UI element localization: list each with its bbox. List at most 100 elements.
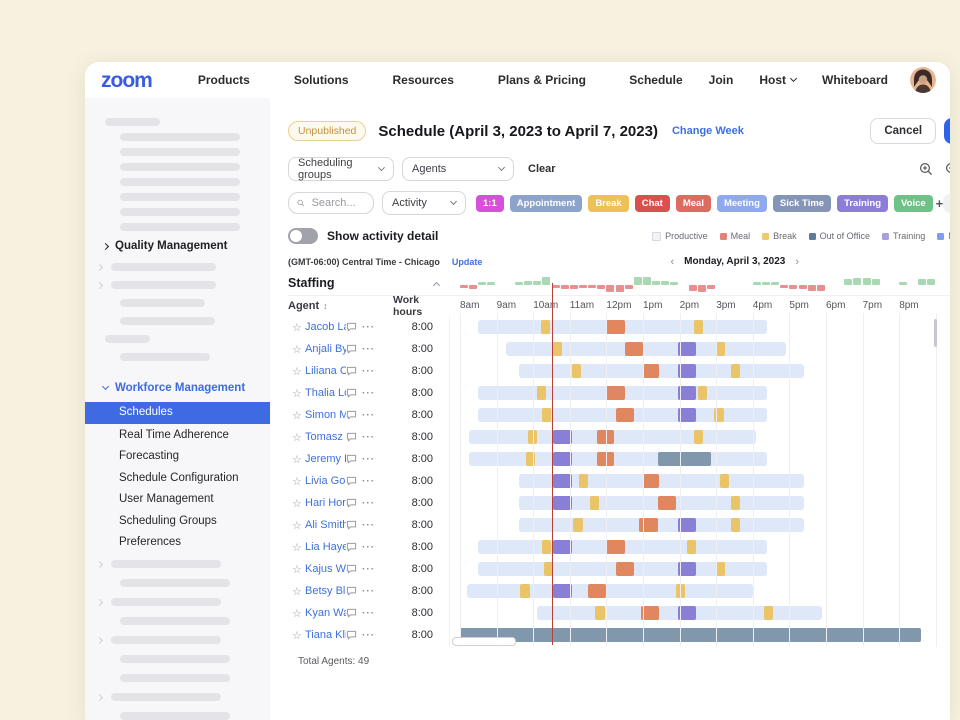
activity-block-meal[interactable] — [606, 540, 624, 554]
activity-block-meal[interactable] — [643, 474, 659, 488]
nav-item-resources[interactable]: Resources — [393, 73, 454, 87]
star-icon[interactable]: ☆ — [292, 585, 305, 598]
activity-block-break[interactable] — [698, 386, 707, 400]
chat-icon[interactable] — [346, 344, 362, 354]
sidebar-item-schedule-configuration[interactable]: Schedule Configuration — [85, 469, 270, 489]
row-menu-button[interactable]: ··· — [362, 410, 380, 421]
star-icon[interactable]: ☆ — [292, 497, 305, 510]
cancel-button[interactable]: Cancel — [870, 118, 936, 144]
activity-block-break[interactable] — [520, 584, 529, 598]
agent-name-link[interactable]: Jacob Lawson — [305, 321, 346, 333]
scheduling-groups-select[interactable]: Scheduling groups — [288, 157, 394, 181]
nav-item-solutions[interactable]: Solutions — [294, 73, 349, 87]
activity-block-break[interactable] — [590, 496, 599, 510]
activity-badge-training[interactable]: Training — [837, 195, 888, 212]
clear-filters-button[interactable]: Clear — [528, 163, 556, 175]
activity-block-break[interactable] — [542, 540, 551, 554]
activity-block-oof[interactable] — [460, 628, 921, 642]
sidebar-item-workforce-management[interactable]: Workforce Management — [85, 376, 270, 400]
zoom-in-icon[interactable] — [919, 162, 933, 176]
activity-badge-sick-time[interactable]: Sick Time — [773, 195, 831, 212]
chat-icon[interactable] — [346, 432, 362, 442]
star-icon[interactable]: ☆ — [292, 387, 305, 400]
shift-bar[interactable] — [467, 584, 752, 598]
row-menu-button[interactable]: ··· — [362, 322, 380, 333]
shift-bar[interactable] — [469, 452, 767, 466]
show-activity-detail-toggle[interactable] — [288, 228, 318, 244]
star-icon[interactable]: ☆ — [292, 607, 305, 620]
star-icon[interactable]: ☆ — [292, 365, 305, 378]
zoom-logo[interactable]: zoom — [101, 70, 152, 91]
activity-block-meal[interactable] — [606, 320, 624, 334]
sidebar-item-forecasting[interactable]: Forecasting — [85, 447, 270, 467]
agent-name-link[interactable]: Tomasz Wise — [305, 431, 346, 443]
activity-block-break[interactable] — [731, 364, 740, 378]
nav-item-whiteboard[interactable]: Whiteboard — [822, 73, 888, 87]
chat-icon[interactable] — [346, 608, 362, 618]
row-menu-button[interactable]: ··· — [362, 476, 380, 487]
activity-block-break[interactable] — [731, 496, 740, 510]
activity-block-meal[interactable] — [643, 364, 659, 378]
sidebar-item-quality-management[interactable]: Quality Management — [85, 234, 270, 258]
activity-block-meal[interactable] — [658, 496, 676, 510]
chat-icon[interactable] — [346, 586, 362, 596]
activity-select[interactable]: Activity — [382, 191, 466, 215]
chat-icon[interactable] — [346, 366, 362, 376]
activity-badge-meal[interactable]: Meal — [676, 195, 711, 212]
activity-badge-break[interactable]: Break — [588, 195, 628, 212]
row-menu-button[interactable]: ··· — [362, 564, 380, 575]
activity-block-meal[interactable] — [588, 584, 606, 598]
agent-name-link[interactable]: Betsy Black — [305, 585, 346, 597]
row-menu-button[interactable]: ··· — [362, 608, 380, 619]
activity-block-break[interactable] — [573, 518, 582, 532]
activity-block-break[interactable] — [537, 386, 546, 400]
collapse-staffing-icon[interactable] — [433, 282, 440, 289]
sidebar-item-schedules[interactable]: Schedules — [85, 402, 270, 424]
agent-name-link[interactable]: Simon Meza — [305, 409, 346, 421]
activity-block-break[interactable] — [542, 408, 551, 422]
change-week-link[interactable]: Change Week — [672, 125, 744, 137]
agent-column-header[interactable]: Agent ↕ — [288, 300, 328, 312]
nav-item-plans-pricing[interactable]: Plans & Pricing — [498, 73, 586, 87]
agent-name-link[interactable]: Anjali Byrne — [305, 343, 346, 355]
star-icon[interactable]: ☆ — [292, 409, 305, 422]
row-menu-button[interactable]: ··· — [362, 520, 380, 531]
add-activity-button[interactable]: + — [936, 196, 944, 211]
shift-bar[interactable] — [506, 342, 786, 356]
nav-item-join[interactable]: Join — [709, 73, 734, 87]
next-day-icon[interactable]: › — [795, 256, 799, 268]
star-icon[interactable]: ☆ — [292, 431, 305, 444]
zoom-out-icon[interactable] — [945, 162, 950, 176]
activity-block-break[interactable] — [687, 540, 696, 554]
agent-name-link[interactable]: Lia Hayes — [305, 541, 346, 553]
update-timezone-link[interactable]: Update — [452, 257, 483, 267]
row-menu-button[interactable]: ··· — [362, 454, 380, 465]
chat-icon[interactable] — [346, 564, 362, 574]
activity-block-break[interactable] — [694, 320, 703, 334]
row-menu-button[interactable]: ··· — [362, 432, 380, 443]
sort-icon[interactable]: ↕ — [323, 301, 328, 311]
search-input[interactable] — [310, 196, 365, 210]
agent-name-link[interactable]: Kyan Warner — [305, 607, 346, 619]
horizontal-scrollbar[interactable] — [452, 637, 516, 646]
agent-name-link[interactable]: Thalia Lozano — [305, 387, 346, 399]
chat-icon[interactable] — [346, 498, 362, 508]
nav-item-schedule[interactable]: Schedule — [629, 73, 682, 87]
activity-block-break[interactable] — [716, 562, 725, 576]
row-menu-button[interactable]: ··· — [362, 344, 380, 355]
activity-block-meal[interactable] — [625, 342, 643, 356]
search-box[interactable] — [288, 192, 374, 214]
chat-icon[interactable] — [346, 630, 362, 640]
activity-block-break[interactable] — [731, 518, 740, 532]
chat-icon[interactable] — [346, 322, 362, 332]
sidebar-item-preferences[interactable]: Preferences — [85, 533, 270, 553]
star-icon[interactable]: ☆ — [292, 629, 305, 642]
agent-name-link[interactable]: Hari Horn — [305, 497, 346, 509]
chat-icon[interactable] — [346, 388, 362, 398]
vertical-scrollbar[interactable] — [934, 319, 937, 347]
nav-item-host[interactable]: Host — [759, 73, 796, 87]
agent-name-link[interactable]: Jeremy Foster — [305, 453, 346, 465]
activity-badge-meeting[interactable]: Meeting — [717, 195, 767, 212]
shift-bar[interactable] — [519, 518, 804, 532]
agent-name-link[interactable]: Liliana Cooper — [305, 365, 346, 377]
